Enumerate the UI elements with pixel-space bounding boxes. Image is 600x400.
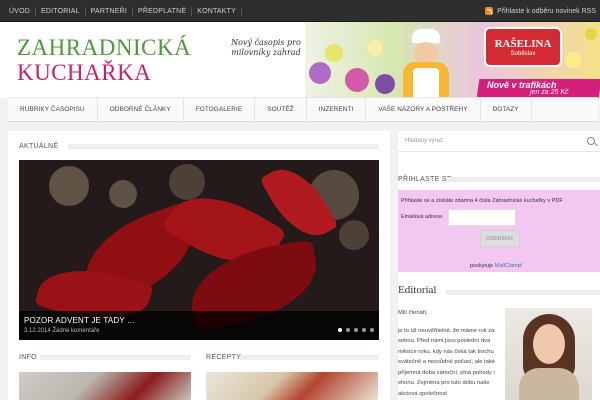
info-thumbnail[interactable] [19, 372, 191, 400]
section-rule [68, 144, 379, 149]
top-nav-partneri[interactable]: PARTNEŘI [86, 8, 132, 15]
slider-dot[interactable] [354, 328, 358, 332]
section-rule [240, 355, 379, 360]
slider-dot[interactable] [370, 328, 374, 332]
mailchimp-prefix: poskytuje [470, 263, 494, 269]
brand-name: RAŠELINA [494, 37, 552, 50]
nav-rubriky[interactable]: RUBRIKY ČASOPISU [8, 106, 97, 113]
mailchimp-link[interactable]: MailChimp! [495, 263, 523, 269]
email-label: Emailová adresa [401, 214, 442, 220]
search-placeholder: Hledaný výraz [405, 138, 444, 144]
rss-icon [485, 7, 494, 15]
brand-sub: Soběslav [510, 50, 536, 57]
slider-pager [338, 328, 374, 332]
top-nav: ÚVOD EDITORIAL PARTNEŘI PŘEDPLATNÉ KONTA… [4, 0, 243, 22]
nav-inzerenti[interactable]: INZERENTI [307, 106, 366, 113]
section-label-aktualne: AKTUÁLNĚ [19, 143, 59, 150]
top-nav-kontakty[interactable]: KONTAKTY [192, 8, 241, 15]
nav-dotazy[interactable]: DOTAZY [481, 106, 531, 113]
section-rule [446, 177, 600, 182]
mailchimp-credit: poskytuje MailChimp! [470, 263, 522, 269]
subscribe-intro: Přihlaste se a získáte zdarma 4 čísla Za… [401, 198, 563, 204]
rss-label: Přihlaste k odběru novinek RSS [497, 7, 596, 15]
nav-divider [530, 97, 532, 122]
slide-date: 3.12.2014 [24, 328, 51, 334]
nav-nazory[interactable]: VAŠE NÁZORY A POSTŘEHY [366, 106, 479, 113]
editorial-body: je to už neuvěřitelné, že máme rok za se… [398, 327, 496, 397]
top-nav-predplatne[interactable]: PŘEDPLATNÉ [133, 8, 191, 15]
logo-line2[interactable]: KUCHAŘKA [17, 60, 151, 86]
nav-odborne-clanky[interactable]: ODBORNÉ ČLÁNKY [98, 106, 183, 113]
section-rule [40, 355, 191, 360]
section-rule [446, 290, 600, 295]
top-nav-uvod[interactable]: ÚVOD [4, 8, 35, 15]
editorial-text: Milí čtenáři, je to už neuvěřitelné, že … [398, 308, 498, 400]
chef-illustration [393, 28, 463, 98]
slide-title[interactable]: POZOR ADVENT JE TADY ... [24, 316, 134, 325]
subscribe-heading: PŘIHLASTE SE [398, 176, 452, 183]
recepty-thumbnail[interactable] [206, 372, 378, 400]
subscribe-button[interactable]: ODEBÍRAT [480, 230, 520, 247]
slider-dot[interactable] [338, 328, 342, 332]
slider-dot[interactable] [362, 328, 366, 332]
tagline: Nový časopis pro milovníky zahrad [231, 38, 301, 57]
editorial-title: Editorial [398, 284, 437, 296]
brand-badge[interactable]: RAŠELINA Soběslav [484, 27, 562, 67]
logo-line1[interactable]: ZAHRADNICKÁ [17, 35, 191, 61]
nav-fotogalerie[interactable]: FOTOGALERIE [184, 106, 254, 113]
editor-photo [505, 308, 592, 400]
top-nav-divider [241, 6, 243, 16]
search-icon[interactable] [587, 137, 595, 145]
top-nav-editorial[interactable]: EDITORIAL [36, 8, 85, 15]
rss-subscribe-link[interactable]: Přihlaste k odběru novinek RSS [485, 0, 596, 22]
section-label-recepty: RECEPTY [206, 354, 242, 361]
nav-soutez[interactable]: SOUTĚŽ [255, 106, 306, 113]
slide-comments[interactable]: Žádné komentáře [52, 328, 99, 334]
slider-dot[interactable] [346, 328, 350, 332]
section-label-info: INFO [19, 354, 37, 361]
email-field[interactable] [448, 209, 516, 226]
main-nav-items: RUBRIKY ČASOPISU ODBORNÉ ČLÁNKY FOTOGALE… [8, 97, 532, 122]
editorial-greeting: Milí čtenáři, [398, 310, 428, 316]
promo-line2: jen za 25 Kč [530, 89, 569, 96]
slide-meta: 3.12.2014 Žádné komentáře [24, 328, 99, 334]
